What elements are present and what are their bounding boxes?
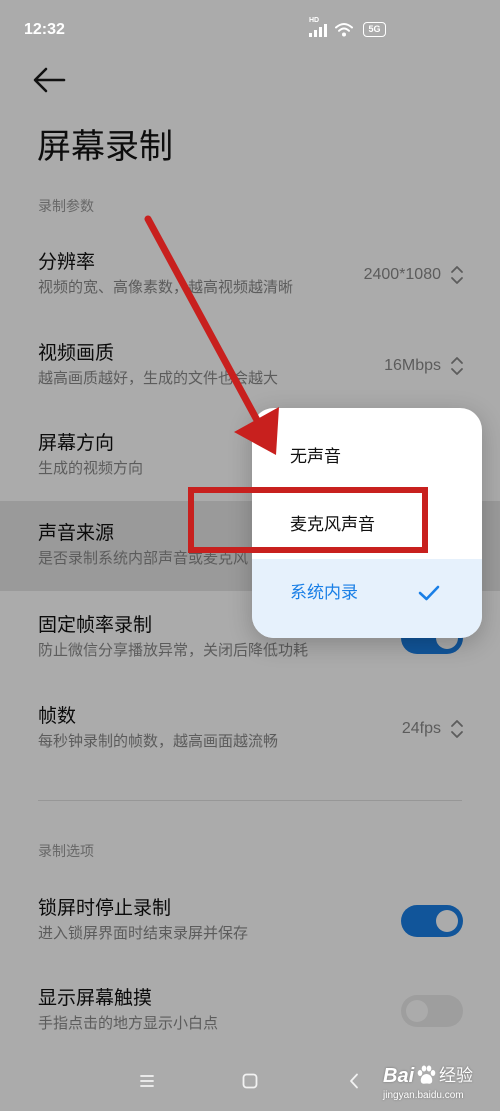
menu-icon[interactable] bbox=[140, 1075, 154, 1087]
dropdown-option-microphone[interactable]: 麦克风声音 bbox=[252, 491, 482, 559]
option-label: 无声音 bbox=[290, 447, 341, 466]
checkmark-icon bbox=[418, 585, 440, 601]
battery-icon: 5G bbox=[363, 22, 386, 37]
wifi-icon bbox=[335, 23, 353, 37]
baidu-jingyan-watermark: Bai 经验 jingyan.baidu.com bbox=[381, 1062, 491, 1106]
option-label: 麦克风声音 bbox=[290, 515, 375, 534]
dropdown-option-no-sound[interactable]: 无声音 bbox=[252, 423, 482, 491]
home-icon[interactable] bbox=[242, 1073, 258, 1089]
sound-source-dropdown: 无声音 麦克风声音 系统内录 bbox=[252, 408, 482, 638]
signal-icon bbox=[309, 24, 327, 37]
watermark-url: jingyan.baidu.com bbox=[383, 1090, 464, 1101]
dropdown-option-system-audio[interactable]: 系统内录 bbox=[252, 559, 482, 638]
back-icon[interactable] bbox=[349, 1073, 359, 1089]
option-label: 系统内录 bbox=[290, 583, 358, 602]
watermark-logo-suffix: 经验 bbox=[439, 1066, 473, 1085]
watermark-logo-text: Bai bbox=[383, 1065, 415, 1087]
paw-icon bbox=[417, 1065, 436, 1084]
status-time: 12:32 bbox=[24, 21, 65, 38]
status-bar: 12:32 HD 5G bbox=[0, 0, 500, 60]
